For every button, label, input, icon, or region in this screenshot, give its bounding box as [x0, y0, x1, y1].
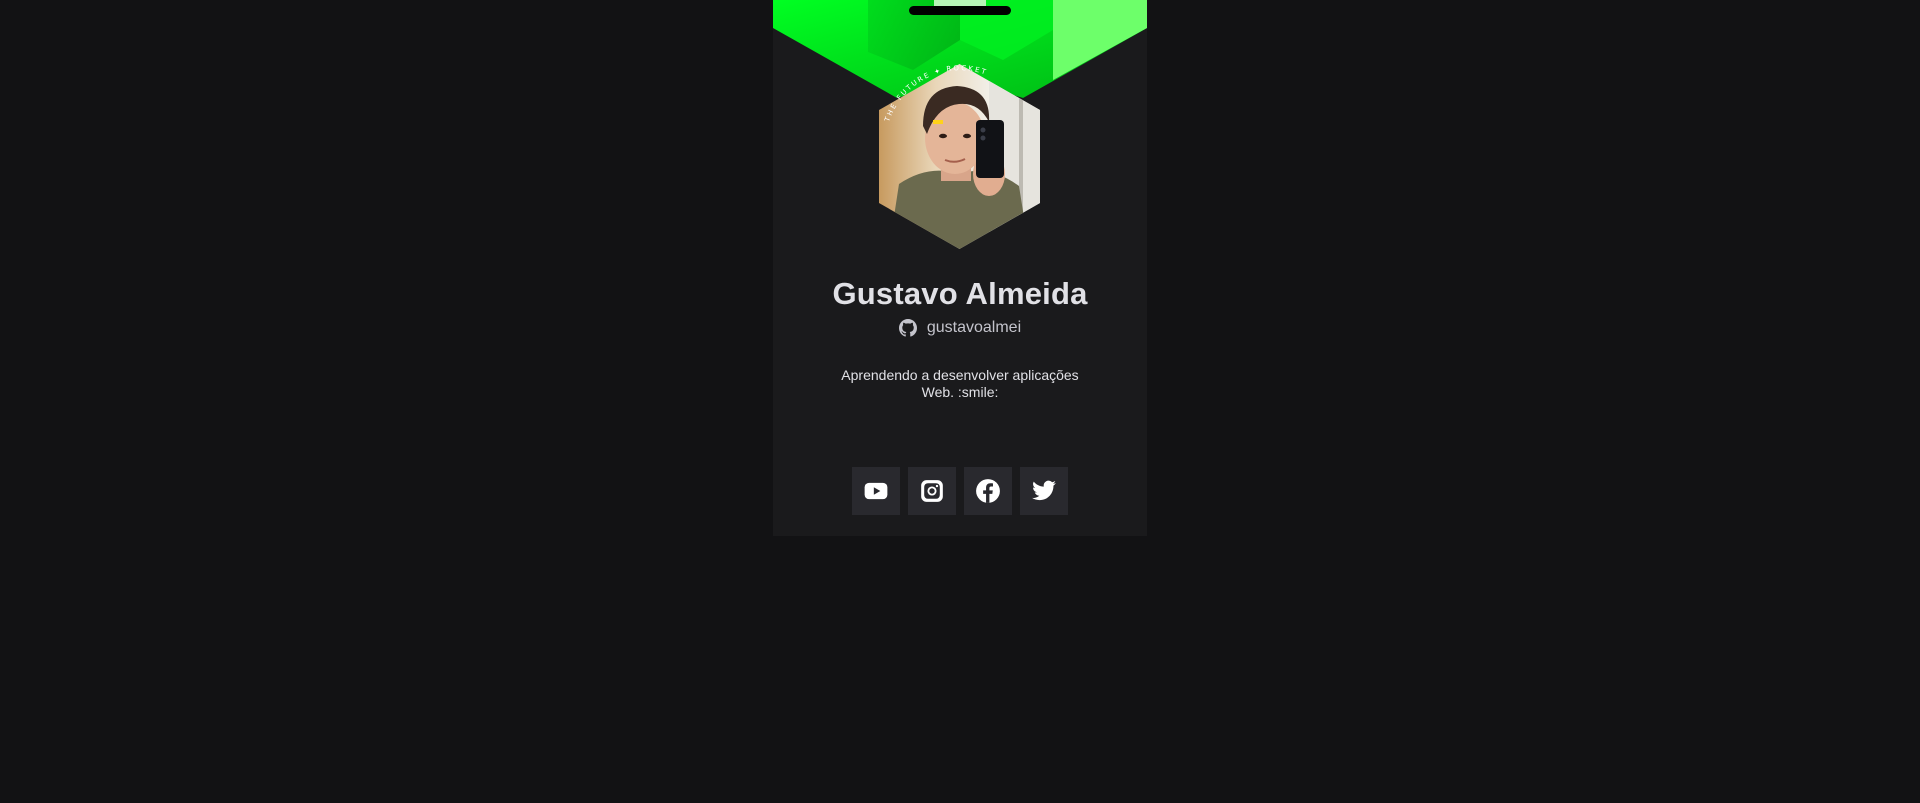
youtube-button[interactable] — [852, 467, 900, 515]
github-username: gustavoalmei — [926, 319, 1022, 336]
instagram-icon — [921, 480, 943, 502]
facebook-icon — [976, 479, 1000, 503]
bio-line-1: Aprendendo a desenvolver aplicações — [841, 367, 1079, 383]
social-links — [852, 467, 1068, 515]
instagram-button[interactable] — [908, 467, 956, 515]
profile-name: Gustavo Almeida — [832, 276, 1088, 311]
facebook-button[interactable] — [964, 467, 1012, 515]
twitter-icon — [1032, 480, 1056, 501]
badge-clip-icon — [909, 0, 1011, 15]
twitter-button[interactable] — [1020, 467, 1068, 515]
profile-card: THE FUTURE ✦ ROCKET Gustavo Almeida gust… — [773, 0, 1147, 536]
youtube-icon — [864, 482, 888, 500]
avatar: THE FUTURE ✦ ROCKET — [879, 64, 1040, 249]
github-icon — [898, 319, 917, 337]
github-link[interactable]: gustavoalmei — [773, 317, 1147, 339]
bio-line-2: Web. :smile: — [921, 384, 999, 400]
profile-bio: Aprendendo a desenvolver aplicações Web.… — [835, 367, 1085, 401]
